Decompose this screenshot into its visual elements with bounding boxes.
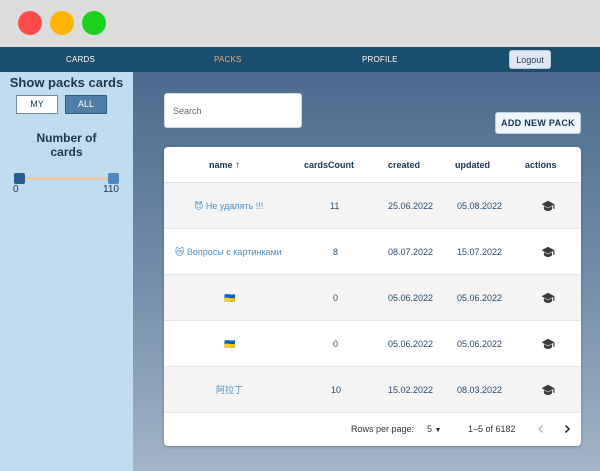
pack-name-link[interactable]: 🇺🇦 bbox=[224, 275, 235, 321]
table-row: 😈 Не удалять !!! 11 25.06.2022 05.08.202… bbox=[164, 183, 581, 229]
my-packs-toggle[interactable]: MY bbox=[16, 95, 58, 114]
pack-cards-count: 11 bbox=[330, 201, 340, 211]
minimize-window-button[interactable] bbox=[50, 11, 74, 35]
pack-updated-date: 15.07.2022 bbox=[457, 247, 503, 257]
pack-created-date: 05.06.2022 bbox=[388, 293, 434, 303]
caret-down-icon: ▼ bbox=[434, 427, 442, 434]
pack-created-date: 05.06.2022 bbox=[388, 339, 434, 349]
pack-name-link[interactable]: 😈 Не удалять !!! bbox=[194, 183, 263, 229]
number-of-cards-line-2: cards bbox=[50, 145, 83, 159]
search-input[interactable] bbox=[164, 93, 302, 128]
window-titlebar bbox=[0, 0, 600, 47]
cards-range-slider-track[interactable] bbox=[19, 177, 114, 180]
column-header-updated[interactable]: updated bbox=[455, 147, 490, 183]
column-name-label: name bbox=[209, 160, 233, 170]
pack-created-date: 08.07.2022 bbox=[388, 247, 434, 257]
nav-cards-link[interactable]: CARDS bbox=[66, 47, 95, 72]
all-packs-toggle[interactable]: ALL bbox=[65, 95, 107, 114]
graduation-cap-icon[interactable] bbox=[541, 384, 555, 396]
rows-per-page-label: Rows per page: bbox=[351, 424, 415, 434]
slider-max-thumb[interactable] bbox=[108, 173, 119, 184]
pack-name-link[interactable]: 阿拉丁 bbox=[216, 367, 243, 413]
rows-per-page-select[interactable]: 5 ▼ bbox=[427, 413, 441, 446]
maximize-window-button[interactable] bbox=[82, 11, 106, 35]
filter-sidebar: Show packs cards MY ALL Number of cards … bbox=[0, 72, 133, 471]
pack-name-link[interactable]: 🇺🇦 bbox=[224, 321, 235, 367]
add-new-pack-button[interactable]: ADD NEW PACK bbox=[495, 112, 581, 134]
pack-cards-count: 8 bbox=[333, 247, 339, 257]
pack-updated-date: 08.03.2022 bbox=[457, 385, 503, 395]
column-header-name[interactable]: name ↑ bbox=[209, 147, 240, 183]
packs-table: name ↑ cardsCount created updated action… bbox=[164, 147, 581, 446]
table-row: 🇺🇦 0 05.06.2022 05.06.2022 bbox=[164, 321, 581, 367]
pack-cards-count: 0 bbox=[333, 293, 339, 303]
slider-min-thumb[interactable] bbox=[14, 173, 25, 184]
sidebar-title: Show packs cards bbox=[9, 75, 124, 90]
column-header-cards-count[interactable]: cardsCount bbox=[304, 147, 354, 183]
pack-created-date: 15.02.2022 bbox=[388, 385, 434, 395]
table-header: name ↑ cardsCount created updated action… bbox=[164, 147, 581, 183]
column-header-actions: actions bbox=[525, 160, 557, 170]
nav-profile-link[interactable]: PROFILE bbox=[362, 47, 398, 72]
nav-packs-link[interactable]: PACKS bbox=[214, 47, 242, 72]
graduation-cap-icon[interactable] bbox=[541, 200, 555, 212]
number-of-cards-heading: Number of cards bbox=[0, 131, 133, 159]
number-of-cards-line-1: Number of bbox=[36, 131, 97, 145]
pack-cards-count: 10 bbox=[331, 385, 342, 395]
table-row: 🇺🇦 0 05.06.2022 05.06.2022 bbox=[164, 275, 581, 321]
graduation-cap-icon[interactable] bbox=[541, 246, 555, 258]
graduation-cap-icon[interactable] bbox=[541, 292, 555, 304]
pagination-range: 1–5 of 6182 bbox=[468, 424, 516, 434]
table-row: 😿 Вопросы с картинками 8 08.07.2022 15.0… bbox=[164, 229, 581, 275]
rows-per-page-value: 5 bbox=[427, 424, 433, 434]
chevron-left-icon[interactable] bbox=[536, 424, 546, 434]
slider-max-value: 110 bbox=[103, 184, 119, 195]
pack-updated-date: 05.06.2022 bbox=[457, 339, 503, 349]
graduation-cap-icon[interactable] bbox=[541, 338, 555, 350]
table-pagination: Rows per page: 5 ▼ 1–5 of 6182 bbox=[164, 413, 581, 446]
main-content: ADD NEW PACK name ↑ cardsCount created u… bbox=[133, 72, 600, 471]
slider-min-value: 0 bbox=[13, 184, 19, 195]
pack-created-date: 25.06.2022 bbox=[388, 201, 434, 211]
column-header-created[interactable]: created bbox=[388, 147, 420, 183]
pack-updated-date: 05.08.2022 bbox=[457, 201, 503, 211]
logout-button[interactable]: Logout bbox=[509, 50, 551, 69]
top-navbar: CARDS PACKS PROFILE Logout bbox=[0, 47, 600, 72]
sort-arrow-icon[interactable]: ↑ bbox=[235, 160, 240, 171]
pack-name-link[interactable]: 😿 Вопросы с картинками bbox=[175, 229, 282, 275]
pack-updated-date: 05.06.2022 bbox=[457, 293, 503, 303]
close-window-button[interactable] bbox=[18, 11, 42, 35]
pack-cards-count: 0 bbox=[333, 339, 339, 349]
chevron-right-icon[interactable] bbox=[562, 424, 572, 434]
table-row: 阿拉丁 10 15.02.2022 08.03.2022 bbox=[164, 367, 581, 413]
